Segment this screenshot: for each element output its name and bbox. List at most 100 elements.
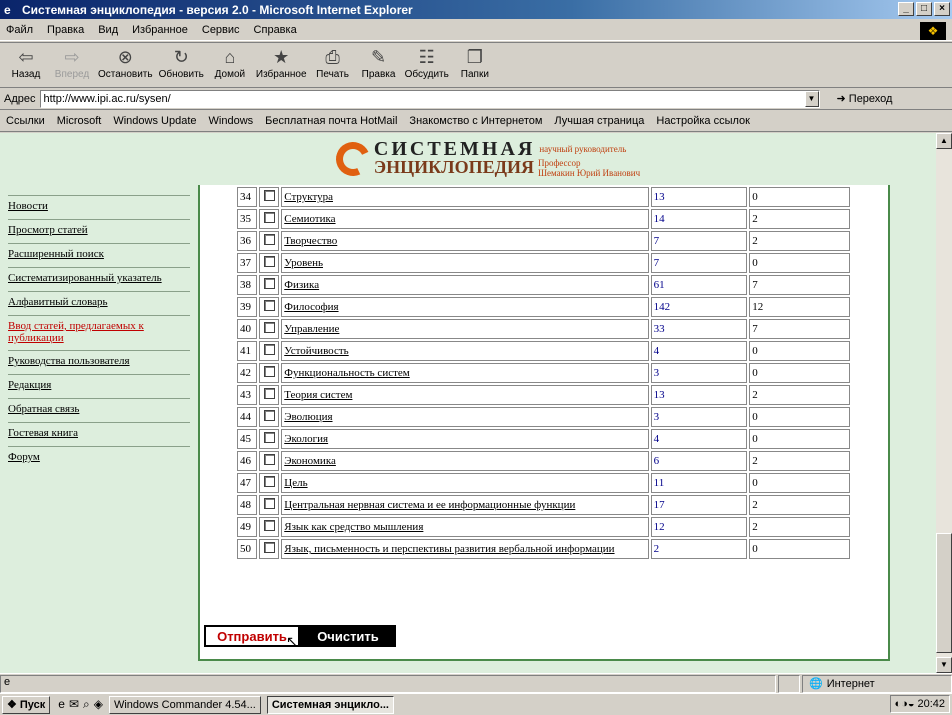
sidebar-item-forum[interactable]: Форум — [8, 446, 190, 470]
link-hotmail[interactable]: Бесплатная почта HotMail — [265, 115, 397, 127]
menu-help[interactable]: Справка — [254, 24, 297, 36]
row-title-link[interactable]: Функциональность систем — [281, 363, 649, 383]
minimize-button[interactable]: _ — [898, 2, 914, 16]
folders-button[interactable]: ❐ Папки — [455, 43, 495, 80]
sidebar-item-index[interactable]: Систематизированный указатель — [8, 267, 190, 291]
sidebar-item-feedback[interactable]: Обратная связь — [8, 398, 190, 422]
scroll-down-icon[interactable]: ▼ — [936, 657, 952, 673]
sidebar-item-advanced-search[interactable]: Расширенный поиск — [8, 243, 190, 267]
row-title-link[interactable]: Уровень — [281, 253, 649, 273]
row-count-2: 7 — [749, 319, 850, 339]
table-row: 48 Центральная нервная система и ее инфор… — [237, 495, 850, 515]
edit-button[interactable]: ✎ Правка — [359, 43, 399, 80]
row-title-link[interactable]: Центральная нервная система и ее информа… — [281, 495, 649, 515]
row-checkbox[interactable] — [263, 520, 275, 531]
home-button[interactable]: ⌂ Домой — [210, 43, 250, 80]
row-checkbox[interactable] — [263, 542, 275, 553]
row-title-link[interactable]: Устойчивость — [281, 341, 649, 361]
menu-view[interactable]: Вид — [98, 24, 118, 36]
row-checkbox[interactable] — [263, 256, 275, 267]
row-checkbox[interactable] — [263, 190, 275, 201]
forward-button[interactable]: ⇨ Вперед — [52, 43, 92, 80]
row-title-link[interactable]: Эволюция — [281, 407, 649, 427]
row-checkbox-cell — [259, 495, 280, 515]
row-checkbox[interactable] — [263, 388, 275, 399]
close-button[interactable]: × — [934, 2, 950, 16]
row-checkbox[interactable] — [263, 476, 275, 487]
address-input[interactable]: http://www.ipi.ac.ru/sysen/ — [39, 89, 820, 108]
row-checkbox[interactable] — [263, 344, 275, 355]
row-checkbox[interactable] — [263, 300, 275, 311]
row-checkbox[interactable] — [263, 322, 275, 333]
row-checkbox[interactable] — [263, 410, 275, 421]
row-number: 43 — [237, 385, 258, 405]
status-pane — [778, 674, 800, 693]
maximize-button[interactable]: □ — [916, 2, 932, 16]
row-title-link[interactable]: Управление — [281, 319, 649, 339]
table-row: 34 Структура 13 0 — [237, 187, 850, 207]
sidebar-item-browse[interactable]: Просмотр статей — [8, 219, 190, 243]
row-checkbox[interactable] — [263, 234, 275, 245]
scroll-up-icon[interactable]: ▲ — [936, 133, 952, 149]
row-title-link[interactable]: Творчество — [281, 231, 649, 251]
link-windows[interactable]: Windows — [209, 115, 254, 127]
back-button[interactable]: ⇦ Назад — [6, 43, 46, 80]
outlook-launch-icon[interactable]: ✉ — [69, 697, 79, 712]
content-panel: 34 Структура 13 0 35 Семиотика 14 2 36 Творчество… — [198, 185, 890, 661]
scroll-thumb[interactable] — [936, 533, 952, 653]
sidebar-item-manuals[interactable]: Руководства пользователя — [8, 350, 190, 374]
link-best-page[interactable]: Лучшая страница — [554, 115, 644, 127]
table-row: 35 Семиотика 14 2 — [237, 209, 850, 229]
row-count-1: 11 — [650, 473, 748, 493]
tray-icons[interactable]: ◐◑◒ — [895, 698, 915, 710]
stop-button[interactable]: ⊗ Остановить — [98, 43, 153, 80]
address-dropdown-icon[interactable]: ▼ — [804, 90, 819, 107]
row-title-link[interactable]: Цель — [281, 473, 649, 493]
row-title-link[interactable]: Язык, письменность и перспективы развити… — [281, 539, 649, 559]
row-checkbox[interactable] — [263, 454, 275, 465]
start-button[interactable]: ❖ Пуск — [2, 695, 51, 714]
sidebar-item-editorial[interactable]: Редакция — [8, 374, 190, 398]
site-logo[interactable]: СИСТЕМНАЯ научный руководитель ЭНЦИКЛОПЕ… — [331, 137, 640, 181]
row-checkbox[interactable] — [263, 278, 275, 289]
go-button[interactable]: ➜ Переход — [837, 92, 893, 106]
discuss-button[interactable]: ☷ Обсудить — [405, 43, 449, 80]
row-checkbox[interactable] — [263, 366, 275, 377]
sidebar-item-dictionary[interactable]: Алфавитный словарь — [8, 291, 190, 315]
row-title-link[interactable]: Семиотика — [281, 209, 649, 229]
row-checkbox[interactable] — [263, 212, 275, 223]
row-checkbox[interactable] — [263, 498, 275, 509]
favorites-button[interactable]: ★ Избранное — [256, 43, 307, 80]
row-checkbox[interactable] — [263, 432, 275, 443]
row-title-link[interactable]: Экология — [281, 429, 649, 449]
menu-tools[interactable]: Сервис — [202, 24, 240, 36]
task-encyclopedia[interactable]: Системная энцикло... — [266, 695, 394, 714]
print-button[interactable]: ⎙ Печать — [313, 43, 353, 80]
row-title-link[interactable]: Язык как средство мышления — [281, 517, 649, 537]
row-count-1: 13 — [650, 187, 748, 207]
row-title-link[interactable]: Теория систем — [281, 385, 649, 405]
link-customize[interactable]: Настройка ссылок — [656, 115, 750, 127]
vertical-scrollbar[interactable]: ▲ ▼ — [936, 133, 952, 673]
sidebar-item-news[interactable]: Новости — [8, 195, 190, 219]
clear-button[interactable]: Очистить — [300, 625, 396, 647]
app-launch-icon[interactable]: ◈ — [94, 697, 103, 712]
refresh-button[interactable]: ↻ Обновить — [159, 43, 204, 80]
ie-launch-icon[interactable]: e — [58, 697, 65, 712]
sidebar-item-guestbook[interactable]: Гостевая книга — [8, 422, 190, 446]
link-microsoft[interactable]: Microsoft — [57, 115, 102, 127]
link-windows-update[interactable]: Windows Update — [113, 115, 196, 127]
sidebar-item-submit-articles[interactable]: Ввод статей, предлагаемых к публикации — [8, 315, 190, 350]
link-internet-intro[interactable]: Знакомство с Интернетом — [409, 115, 542, 127]
row-title-link[interactable]: Структура — [281, 187, 649, 207]
menu-file[interactable]: Файл — [6, 24, 33, 36]
row-title-link[interactable]: Философия — [281, 297, 649, 317]
task-windows-commander[interactable]: Windows Commander 4.54... — [108, 695, 261, 714]
sidebar-nav: Новости Просмотр статей Расширенный поис… — [8, 195, 190, 470]
menu-favorites[interactable]: Избранное — [132, 24, 188, 36]
table-row: 36 Творчество 7 2 — [237, 231, 850, 251]
menu-edit[interactable]: Правка — [47, 24, 84, 36]
search-launch-icon[interactable]: ⌕ — [83, 697, 90, 712]
row-title-link[interactable]: Экономика — [281, 451, 649, 471]
row-title-link[interactable]: Физика — [281, 275, 649, 295]
